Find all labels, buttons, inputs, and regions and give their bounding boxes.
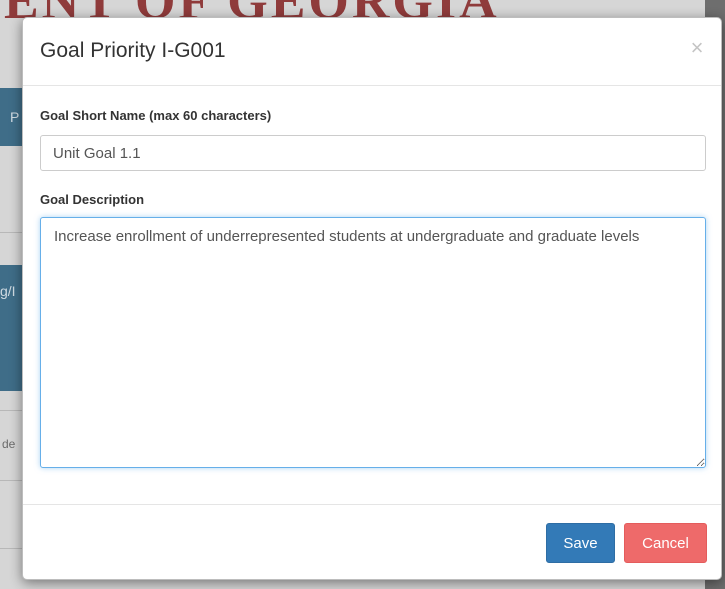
dialog-footer: Save Cancel <box>23 504 721 580</box>
close-button[interactable]: × <box>687 36 707 60</box>
background-nav-tab: P <box>0 88 22 146</box>
goal-priority-dialog: Goal Priority I-G001 × Goal Short Name (… <box>22 17 722 580</box>
goal-short-name-label: Goal Short Name (max 60 characters) <box>40 108 272 123</box>
goal-description-textarea[interactable]: Increase enrollment of underrepresented … <box>40 217 706 468</box>
save-button[interactable]: Save <box>546 523 615 563</box>
background-divider <box>0 232 22 233</box>
goal-short-name-input[interactable] <box>40 135 706 171</box>
dialog-title: Goal Priority I-G001 <box>40 39 226 62</box>
background-divider <box>0 410 22 411</box>
cancel-button[interactable]: Cancel <box>624 523 707 563</box>
dialog-header: Goal Priority I-G001 × <box>23 18 721 86</box>
background-divider <box>0 548 22 549</box>
goal-description-label: Goal Description <box>40 192 145 207</box>
background-content-panel: g/I <box>0 265 22 391</box>
background-text: de <box>2 437 16 451</box>
background-divider <box>0 480 22 481</box>
